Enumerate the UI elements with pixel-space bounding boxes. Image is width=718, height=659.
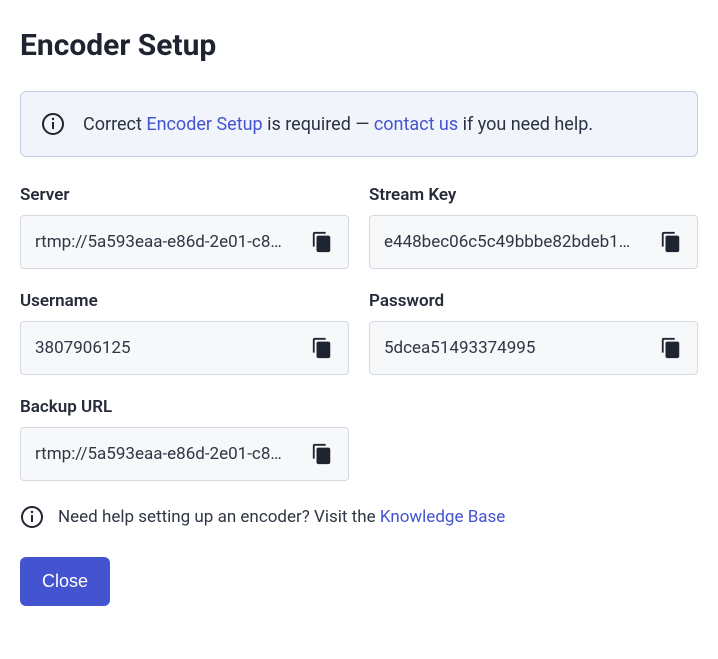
copy-icon[interactable] [659, 336, 683, 360]
copy-icon[interactable] [310, 336, 334, 360]
backup-url-value: rtmp://5a593eaa-e86d-2e01-c8… [35, 444, 300, 464]
knowledge-base-link[interactable]: Knowledge Base [380, 507, 505, 527]
stream-key-label: Stream Key [369, 185, 698, 205]
username-value: 3807906125 [35, 338, 300, 358]
info-banner-text: Correct Encoder Setup is required — cont… [83, 114, 593, 135]
info-icon [41, 112, 65, 136]
username-field: Username 3807906125 [20, 291, 349, 375]
username-label: Username [20, 291, 349, 311]
close-button[interactable]: Close [20, 557, 110, 606]
password-field: Password 5dcea51493374995 [369, 291, 698, 375]
help-text: Need help setting up an encoder? Visit t… [58, 507, 505, 527]
encoder-setup-link[interactable]: Encoder Setup [146, 114, 262, 135]
backup-url-field: Backup URL rtmp://5a593eaa-e86d-2e01-c8… [20, 397, 349, 481]
info-banner: Correct Encoder Setup is required — cont… [20, 91, 698, 157]
password-value: 5dcea51493374995 [384, 338, 649, 358]
help-row: Need help setting up an encoder? Visit t… [20, 505, 698, 529]
page-title: Encoder Setup [20, 28, 698, 63]
stream-key-field: Stream Key e448bec06c5c49bbbe82bdeb1… [369, 185, 698, 269]
server-value: rtmp://5a593eaa-e86d-2e01-c8… [35, 232, 300, 252]
info-icon [20, 505, 44, 529]
copy-icon[interactable] [310, 230, 334, 254]
copy-icon[interactable] [659, 230, 683, 254]
stream-key-value: e448bec06c5c49bbbe82bdeb1… [384, 232, 649, 252]
server-field: Server rtmp://5a593eaa-e86d-2e01-c8… [20, 185, 349, 269]
copy-icon[interactable] [310, 442, 334, 466]
server-label: Server [20, 185, 349, 205]
contact-us-link[interactable]: contact us [374, 114, 458, 135]
password-label: Password [369, 291, 698, 311]
backup-url-label: Backup URL [20, 397, 349, 417]
